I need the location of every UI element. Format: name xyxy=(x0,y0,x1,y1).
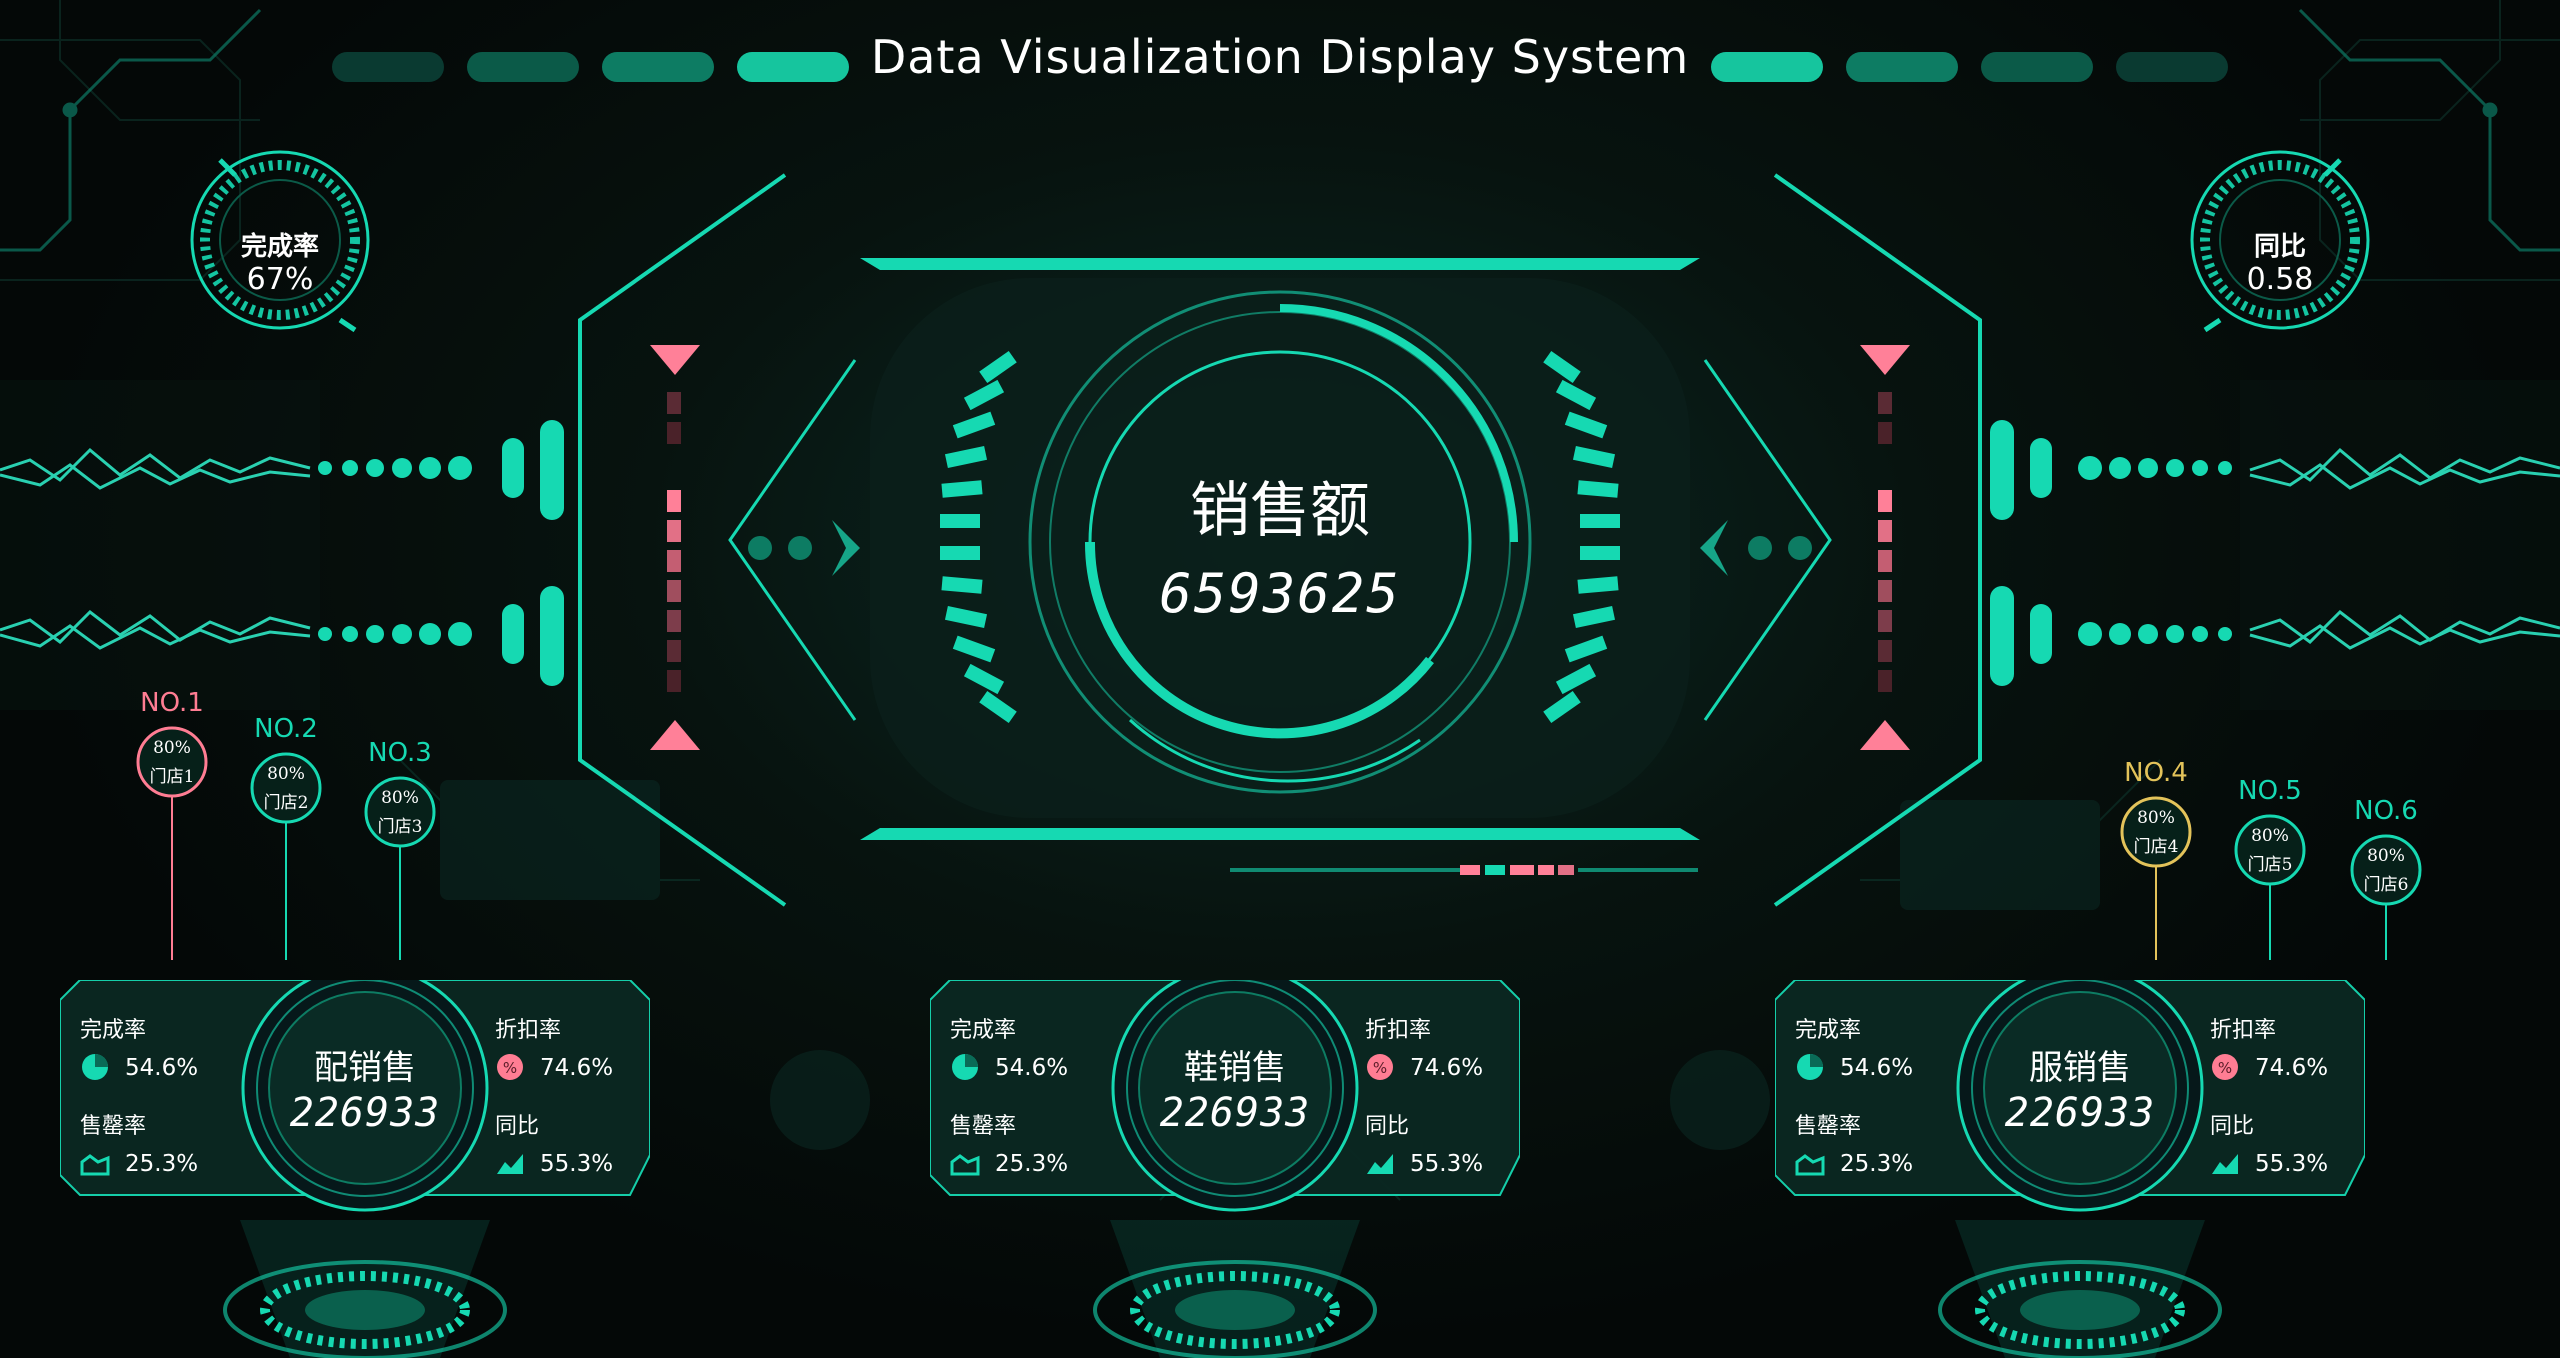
stat-value: 25.3% xyxy=(125,1151,199,1177)
store-name: 门店4 xyxy=(2133,837,2179,857)
stat-value: 54.6% xyxy=(125,1055,199,1081)
stat-value: 74.6% xyxy=(540,1055,614,1081)
yoy-gauge-label: 同比 xyxy=(2253,232,2306,262)
sales-card-title: 配销售 xyxy=(314,1048,416,1088)
store-rank-label: NO.3 xyxy=(368,738,432,768)
connector-right xyxy=(1990,420,2232,686)
store-percent: 80% xyxy=(2137,808,2175,828)
store-name: 门店2 xyxy=(263,793,309,813)
connector-left xyxy=(318,420,564,686)
svg-text:%: % xyxy=(2218,1059,2232,1077)
stat-label: 折扣率 xyxy=(2210,1018,2277,1043)
pie-icon xyxy=(950,1052,980,1082)
sales-card-title: 鞋销售 xyxy=(1184,1048,1286,1088)
svg-text:%: % xyxy=(503,1059,517,1077)
pie-icon xyxy=(80,1052,110,1082)
svg-text:%: % xyxy=(1373,1059,1387,1077)
stat-label: 售罄率 xyxy=(950,1114,1017,1139)
sales-card: 配销售 226933 完成率 54.6% 折扣率% 74.6% 售罄率 25.3% 同比 55.3… xyxy=(60,980,650,1358)
area-icon xyxy=(950,1148,980,1178)
percent-icon: % xyxy=(495,1052,525,1082)
stat-value: 74.6% xyxy=(2255,1055,2329,1081)
stat-value: 55.3% xyxy=(540,1151,614,1177)
stat-value: 54.6% xyxy=(1840,1055,1914,1081)
header-decor-pill xyxy=(1846,52,1958,82)
store-name: 门店5 xyxy=(2247,855,2293,875)
sales-card-title: 服销售 xyxy=(2029,1048,2131,1088)
stat-value: 55.3% xyxy=(1410,1151,1484,1177)
area-icon xyxy=(80,1148,110,1178)
store-name: 门店3 xyxy=(377,817,423,837)
stat-label: 完成率 xyxy=(1795,1018,1862,1043)
header-decor-pill xyxy=(1711,52,1823,82)
stat-value: 55.3% xyxy=(2255,1151,2329,1177)
stat-label: 折扣率 xyxy=(495,1018,562,1043)
sales-total-label: 销售额 xyxy=(1190,476,1370,546)
store-percent: 80% xyxy=(2367,846,2405,866)
store-percent: 80% xyxy=(153,738,191,758)
stat-label: 同比 xyxy=(495,1114,540,1139)
trend-icon xyxy=(495,1148,525,1178)
percent-icon: % xyxy=(1365,1052,1395,1082)
store-name: 门店1 xyxy=(149,767,195,787)
stat-value: 54.6% xyxy=(995,1055,1069,1081)
sales-card: 鞋销售 226933 完成率 54.6% 折扣率% 74.6% 售罄率 25.3% 同比 55.3… xyxy=(930,980,1520,1358)
store-percent: 80% xyxy=(2251,826,2289,846)
stat-value: 25.3% xyxy=(995,1151,1069,1177)
trend-icon xyxy=(1365,1148,1395,1178)
store-rank-label: NO.6 xyxy=(2354,796,2418,826)
stat-label: 完成率 xyxy=(950,1018,1017,1043)
stat-label: 售罄率 xyxy=(1795,1114,1862,1139)
stat-value: 25.3% xyxy=(1840,1151,1914,1177)
store-percent: 80% xyxy=(267,764,305,784)
trend-icon xyxy=(2210,1148,2240,1178)
area-icon xyxy=(1795,1148,1825,1178)
stat-label: 完成率 xyxy=(80,1018,147,1043)
header-decor-pill xyxy=(2116,52,2228,82)
pie-icon xyxy=(1795,1052,1825,1082)
store-rank-label: NO.2 xyxy=(254,714,318,744)
percent-icon: % xyxy=(2210,1052,2240,1082)
stat-label: 售罄率 xyxy=(80,1114,147,1139)
energy-wave-left xyxy=(0,380,320,710)
store-rank-label: NO.4 xyxy=(2124,758,2188,788)
completion-gauge-label: 完成率 xyxy=(240,232,319,262)
stat-value: 74.6% xyxy=(1410,1055,1484,1081)
header-decor-pill xyxy=(1981,52,2093,82)
sales-total-value: 6593625 xyxy=(1159,562,1401,625)
stat-label: 同比 xyxy=(1365,1114,1410,1139)
sales-card-value: 226933 xyxy=(289,1090,441,1136)
stat-label: 折扣率 xyxy=(1365,1018,1432,1043)
sales-card-value: 226933 xyxy=(1159,1090,1311,1136)
energy-wave-right xyxy=(2240,380,2560,710)
yoy-gauge-value: 0.58 xyxy=(2246,262,2314,297)
sales-card-value: 226933 xyxy=(2004,1090,2156,1136)
stat-label: 同比 xyxy=(2210,1114,2255,1139)
store-percent: 80% xyxy=(381,788,419,808)
sales-card: 服销售 226933 完成率 54.6% 折扣率% 74.6% 售罄率 25.3% 同比 55.3… xyxy=(1775,980,2365,1358)
store-rank-label: NO.5 xyxy=(2238,776,2302,806)
store-rank-label: NO.1 xyxy=(140,688,204,718)
completion-gauge-value: 67% xyxy=(246,262,314,297)
store-name: 门店6 xyxy=(2363,875,2409,895)
